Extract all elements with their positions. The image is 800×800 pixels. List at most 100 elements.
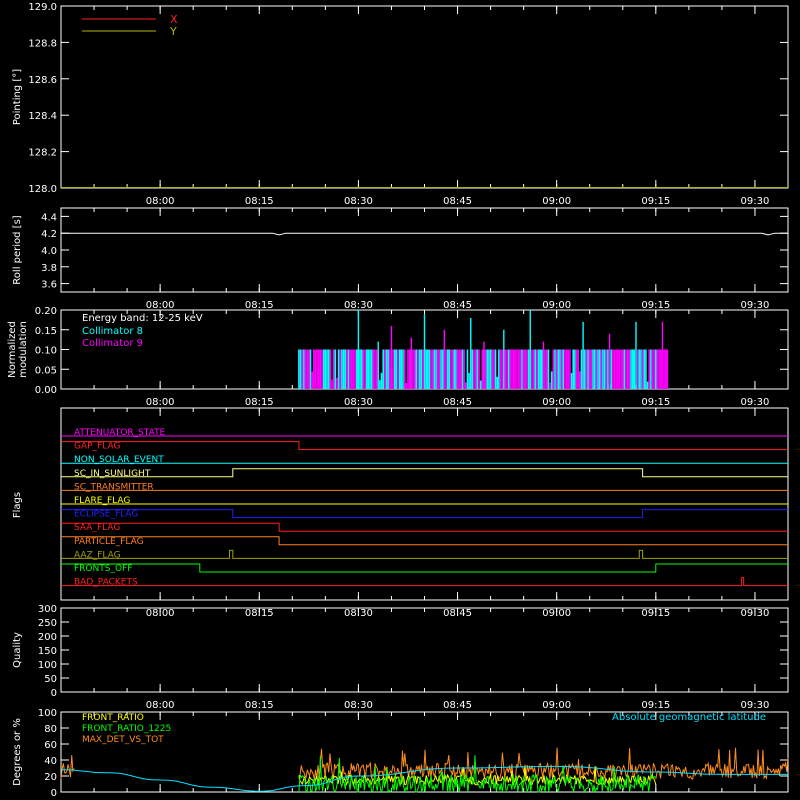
- x-tick-label: 09:30: [741, 196, 770, 207]
- x-tick-label: 08:30: [344, 300, 373, 311]
- flag-line-aaz-flag: [61, 549, 788, 559]
- x-tick-label: 08:45: [443, 397, 472, 408]
- y-tick-label: 300: [38, 604, 57, 615]
- y-tick-label: 100: [38, 708, 57, 719]
- legend-label-ratio: FRONT_RATIO_1225: [82, 724, 171, 734]
- flag-label: SC_TRANSMITTER: [74, 482, 154, 492]
- x-tick-label: 08:30: [344, 196, 373, 207]
- legend-label-collimator: Collimator 9: [82, 338, 143, 349]
- legend-label-ratio: MAX_DET_VS_TOT: [82, 735, 164, 745]
- x-tick-label: 09:15: [641, 700, 670, 711]
- roll-period-line: [61, 232, 788, 236]
- x-tick-label: 08:45: [443, 300, 472, 311]
- flag-label: ATTENUATOR_STATE: [74, 428, 166, 438]
- flag-line-particle-flag: [61, 536, 788, 546]
- legend-label-ratio: FRONT_RATIO: [82, 713, 144, 723]
- y-tick-label: 0.10: [35, 346, 57, 357]
- x-tick-label: 08:15: [245, 196, 274, 207]
- flag-label: PARTICLE_FLAG: [74, 537, 144, 547]
- flag-line-eclipse-flag: [61, 509, 788, 519]
- legend-label-collimator: Collimator 8: [82, 326, 143, 337]
- panel-pointing: 08:00 08:15 08:30 08:45 09:00 09:15 09:30 128.0…: [12, 2, 789, 207]
- x-tick-label: 08:15: [245, 300, 274, 311]
- geomagnetic-latitude-legend: Absolute geomagnetic latitude: [612, 712, 766, 723]
- flag-line-sc-in-sunlight: [61, 468, 788, 478]
- flag-label: FRONTS_OFF: [74, 564, 132, 574]
- energy-band-annotation: Energy band: 12-25 keV: [82, 313, 203, 324]
- flag-label: BAD_PACKETS: [74, 578, 138, 588]
- x-tick-label: 09:00: [542, 300, 571, 311]
- x-tick-label: 09:15: [641, 397, 670, 408]
- x-tick-label: 08:00: [146, 700, 175, 711]
- flag-line-bad-packets: [61, 577, 788, 587]
- flag-line-saa-flag: [61, 522, 788, 532]
- y-axis-label: Quality: [12, 632, 23, 668]
- flag-label: SAA_FLAG: [74, 523, 120, 533]
- y-tick-label: 3.8: [41, 263, 57, 274]
- flag-label: NON_SOLAR_EVENT: [74, 455, 164, 465]
- x-tick-label: 08:15: [245, 397, 274, 408]
- x-tick-label: 09:15: [641, 300, 670, 311]
- y-tick-label: 0: [51, 788, 57, 799]
- legend-label-y: Y: [169, 25, 177, 38]
- panel-frame: [60, 207, 789, 293]
- y-tick-label: 128.2: [28, 148, 57, 159]
- y-tick-label: 3.6: [41, 280, 57, 291]
- y-tick-label: 200: [38, 632, 57, 643]
- y-tick-label: 128.6: [28, 75, 57, 86]
- x-tick-label: 09:00: [542, 700, 571, 711]
- y-tick-label: 129.0: [28, 2, 57, 13]
- x-tick-label: 08:30: [344, 397, 373, 408]
- max-det-vs-tot-line: [298, 747, 657, 781]
- panel-roll: 08:00 08:15 08:30 08:45 09:00 09:15 09:30 3.6 3.…: [12, 207, 789, 311]
- panel-quality: 08:00 08:15 08:30 08:45 09:00 09:15 09:30 0 50 10…: [12, 604, 789, 711]
- x-tick-label: 08:30: [344, 700, 373, 711]
- y-axis-label: Roll period [s]: [12, 215, 23, 284]
- y-tick-label: 128.4: [28, 111, 57, 122]
- x-tick-label: 09:00: [542, 397, 571, 408]
- y-axis-label: Pointing [°]: [12, 69, 23, 125]
- y-tick-label: 60: [44, 740, 57, 751]
- y-tick-label: 100: [38, 660, 57, 671]
- y-tick-label: 50: [44, 674, 57, 685]
- y-tick-label: 128.8: [28, 38, 57, 49]
- x-tick-label: 09:30: [741, 300, 770, 311]
- panel-frame: [60, 607, 789, 693]
- y-tick-label: 250: [38, 618, 57, 629]
- flag-label: ECLIPSE_FLAG: [74, 510, 138, 520]
- flag-line-gap-flag: [61, 441, 788, 451]
- panel-ratios: 0 20 40 60 80 100 Degrees or % FRONT_RATIOFRONT…: [12, 708, 789, 799]
- y-tick-label: 0.05: [35, 365, 57, 376]
- flag-label: FLARE_FLAG: [74, 496, 130, 506]
- x-tick-label: 08:00: [146, 397, 175, 408]
- flag-line-fronts-off: [61, 563, 788, 573]
- flag-label: AAZ_FLAG: [74, 550, 121, 560]
- y-axis-label: Flags: [12, 492, 23, 518]
- y-tick-label: 80: [44, 724, 57, 735]
- y-tick-label: 0.00: [35, 385, 57, 396]
- y-tick-label: 40: [44, 756, 57, 767]
- rhessi-summary-figure: 08:00 08:15 08:30 08:45 09:00 09:15 09:30 128.0…: [7, 2, 789, 799]
- y-tick-label: 4.2: [41, 229, 57, 240]
- x-tick-label: 08:00: [146, 196, 175, 207]
- x-tick-label: 09:15: [641, 196, 670, 207]
- flag-label: GAP_FLAG: [74, 442, 120, 452]
- x-tick-label: 09:00: [542, 196, 571, 207]
- x-tick-label: 08:00: [146, 300, 175, 311]
- y-tick-label: 0.15: [35, 326, 57, 337]
- panel-flags: 08:00 08:15 08:30 08:45 09:00 09:15 09:30Flags…: [12, 407, 789, 619]
- x-tick-label: 08:45: [443, 700, 472, 711]
- y-tick-label: 4.4: [41, 212, 57, 223]
- y-tick-label: 0.20: [35, 306, 57, 317]
- x-tick-label: 09:30: [741, 700, 770, 711]
- flag-label: SC_IN_SUNLIGHT: [74, 469, 151, 479]
- y-tick-label: 128.0: [28, 184, 57, 195]
- x-tick-label: 08:45: [443, 196, 472, 207]
- x-tick-label: 09:30: [741, 397, 770, 408]
- x-tick-label: 08:15: [245, 700, 274, 711]
- y-axis-label: Normalizedmodulation: [7, 321, 29, 378]
- panel-modulation: 08:00 08:15 08:30 08:45 09:00 09:15 09:30 0.00 0…: [7, 306, 789, 408]
- y-tick-label: 0: [51, 688, 57, 699]
- y-tick-label: 20: [44, 772, 57, 783]
- y-tick-label: 4.0: [41, 246, 57, 257]
